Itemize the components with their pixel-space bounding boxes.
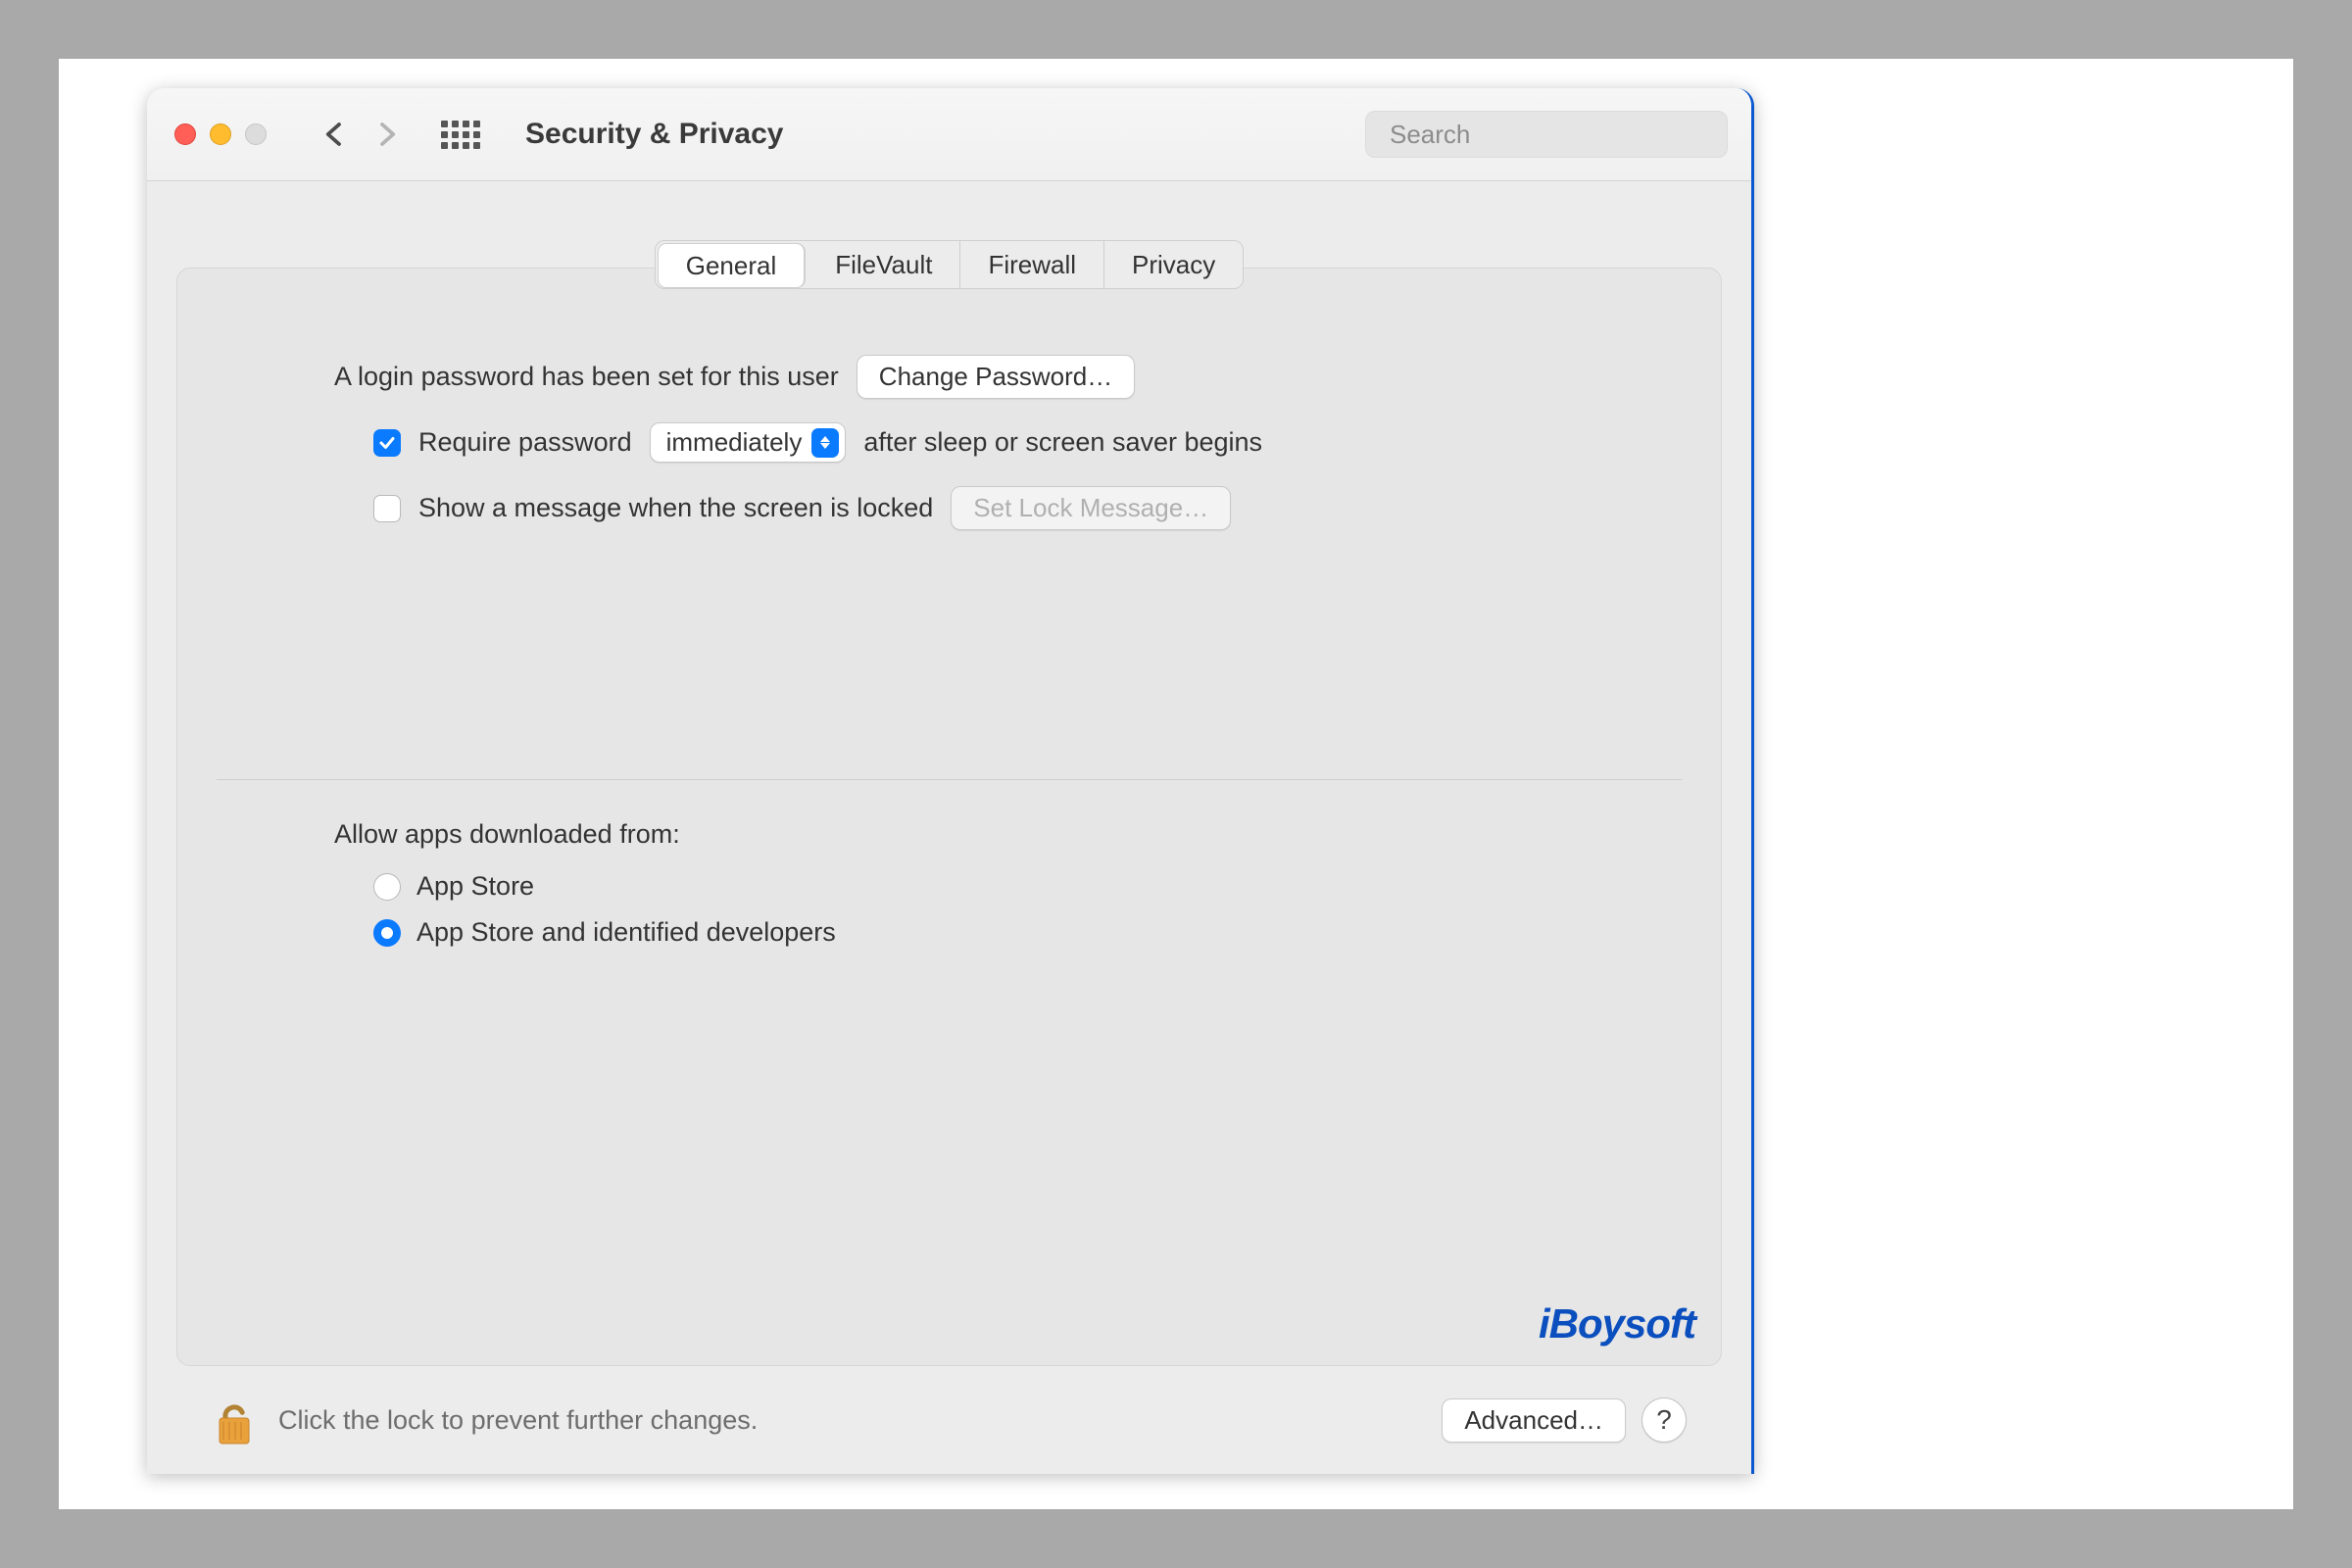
allow-apps-appstore-label: App Store bbox=[416, 871, 534, 902]
require-password-delay-select[interactable]: immediately bbox=[650, 422, 847, 463]
nav-buttons bbox=[319, 120, 402, 149]
login-password-text: A login password has been set for this u… bbox=[334, 362, 839, 392]
select-stepper-icon bbox=[811, 428, 839, 458]
checkmark-icon bbox=[378, 434, 396, 452]
allow-apps-label: Allow apps downloaded from: bbox=[334, 819, 1662, 850]
advanced-button[interactable]: Advanced… bbox=[1442, 1398, 1626, 1443]
tab-general[interactable]: General bbox=[659, 244, 806, 287]
allow-apps-identified-label: App Store and identified developers bbox=[416, 917, 836, 948]
require-password-delay-value: immediately bbox=[666, 427, 803, 458]
toolbar: Security & Privacy bbox=[147, 88, 1751, 181]
forward-button[interactable] bbox=[372, 120, 402, 149]
tab-filevault[interactable]: FileVault bbox=[808, 241, 960, 288]
help-button[interactable]: ? bbox=[1642, 1397, 1687, 1443]
tab-privacy[interactable]: Privacy bbox=[1104, 241, 1243, 288]
show-all-icon[interactable] bbox=[441, 121, 480, 149]
show-lock-message-checkbox[interactable] bbox=[373, 495, 401, 522]
set-lock-message-button[interactable]: Set Lock Message… bbox=[951, 486, 1231, 530]
back-button[interactable] bbox=[319, 120, 349, 149]
search-field[interactable] bbox=[1365, 111, 1728, 158]
security-privacy-window: Security & Privacy General FileVault Fir… bbox=[147, 88, 1754, 1474]
lock-icon[interactable] bbox=[212, 1395, 257, 1446]
allow-apps-appstore-radio[interactable] bbox=[373, 873, 401, 901]
change-password-button[interactable]: Change Password… bbox=[857, 355, 1135, 399]
window-title: Security & Privacy bbox=[525, 118, 783, 151]
search-input[interactable] bbox=[1390, 120, 1718, 150]
general-panel: A login password has been set for this u… bbox=[176, 268, 1722, 1366]
pane-body: General FileVault Firewall Privacy A log… bbox=[147, 181, 1751, 1474]
allow-apps-identified-radio[interactable] bbox=[373, 919, 401, 947]
minimize-window-button[interactable] bbox=[210, 123, 231, 145]
tab-firewall[interactable]: Firewall bbox=[960, 241, 1104, 288]
require-password-checkbox[interactable] bbox=[373, 429, 401, 457]
footer: Click the lock to prevent further change… bbox=[176, 1366, 1722, 1474]
require-password-suffix: after sleep or screen saver begins bbox=[863, 427, 1262, 458]
show-lock-message-label: Show a message when the screen is locked bbox=[418, 493, 933, 523]
zoom-window-button[interactable] bbox=[245, 123, 267, 145]
window-controls bbox=[174, 123, 267, 145]
divider bbox=[217, 779, 1682, 780]
lock-hint-text: Click the lock to prevent further change… bbox=[278, 1405, 758, 1436]
tab-bar: General FileVault Firewall Privacy bbox=[655, 240, 1245, 289]
close-window-button[interactable] bbox=[174, 123, 196, 145]
require-password-prefix: Require password bbox=[418, 427, 632, 458]
watermark-logo: iBoysoft bbox=[1539, 1300, 1695, 1348]
